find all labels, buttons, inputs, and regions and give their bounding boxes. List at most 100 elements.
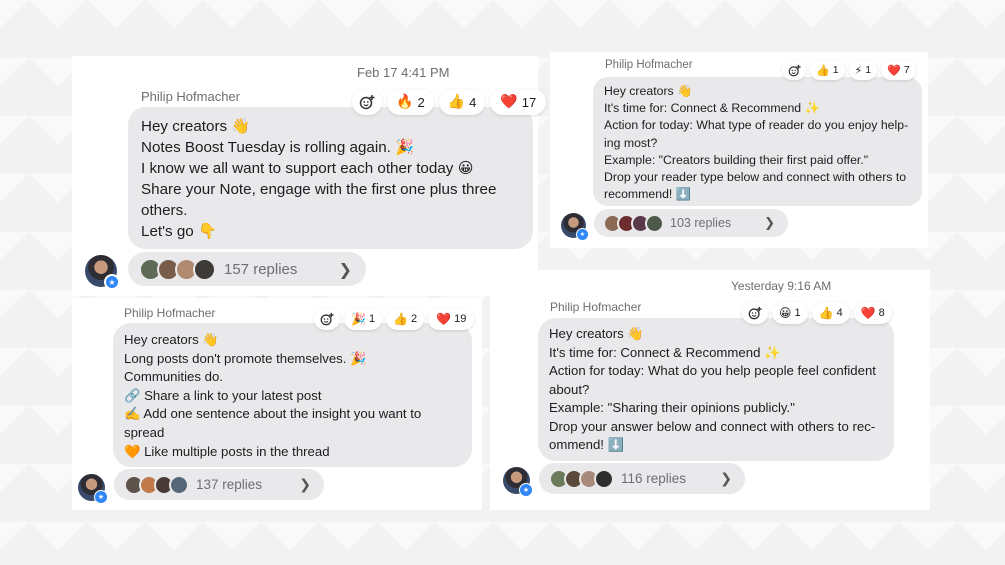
- chevron-right-icon: ❯: [720, 470, 732, 487]
- replies-button[interactable]: 137 replies ❯: [114, 469, 324, 500]
- replier-avatar: [594, 468, 614, 489]
- add-reaction-button[interactable]: [314, 308, 340, 330]
- reaction-count: 1: [832, 64, 839, 76]
- author-name: Philip Hofmacher: [124, 306, 216, 320]
- timestamp: Yesterday 9:16 AM: [731, 279, 832, 293]
- add-reaction-button[interactable]: [352, 89, 382, 115]
- reaction-grin[interactable]: 😀 1: [772, 302, 808, 324]
- star-badge-icon: ★: [576, 228, 589, 241]
- message-line: 🧡 Like multiple posts in the thread: [124, 443, 330, 459]
- message-line: Let's go 👇: [141, 223, 217, 240]
- reaction-count: 17: [521, 94, 537, 110]
- reaction-fire[interactable]: 🔥 2: [387, 89, 434, 115]
- chevron-right-icon: ❯: [299, 476, 311, 493]
- reaction-bar: 🔥 2 👍 4 ❤️ 17: [352, 89, 547, 115]
- add-reaction-button[interactable]: [742, 302, 768, 324]
- message-line: recommend! ⬇️: [604, 187, 692, 202]
- message-line: Share your Note, engage with the first o…: [141, 181, 497, 198]
- star-badge-icon: ★: [519, 483, 533, 497]
- grin-icon: 😀: [779, 306, 792, 320]
- message-line: Hey creators 👋: [141, 118, 251, 135]
- replier-avatar: [169, 474, 189, 495]
- message-line: others.: [141, 202, 188, 219]
- reaction-count: 1: [368, 313, 376, 325]
- reaction-count: 8: [878, 307, 885, 319]
- replier-avatars: [603, 213, 664, 233]
- reaction-bar: 👍 1 ⚡ 1 ❤️ 7: [782, 60, 916, 80]
- message-line: It's time for: Connect & Recommend ✨: [549, 344, 781, 360]
- reaction-bar: 😀 1 👍 4 ❤️ 8: [742, 302, 892, 324]
- replies-button[interactable]: 157 replies ❯: [128, 252, 366, 286]
- avatar[interactable]: ★: [561, 213, 589, 241]
- message-line: Long posts don't promote themselves. 🎉: [124, 350, 367, 366]
- message-line: ing most?: [604, 135, 658, 150]
- replier-avatars: [549, 468, 614, 489]
- replies-count: 137 replies: [196, 477, 263, 492]
- heart-icon: ❤️: [887, 63, 901, 77]
- message-line: ommend! ⬇️: [549, 437, 625, 452]
- message-line: spread: [124, 424, 165, 440]
- message-line: about?: [549, 381, 590, 397]
- message-line: ✍️ Add one sentence about the insight yo…: [124, 406, 422, 422]
- reaction-party[interactable]: 🎉 1: [344, 308, 383, 330]
- message-bubble[interactable]: Hey creators 👋 It's time for: Connect & …: [538, 318, 894, 461]
- message-line: Action for today: What type of reader do…: [604, 118, 909, 133]
- thumbs-up-icon: 👍: [818, 306, 834, 320]
- heart-icon: ❤️: [500, 94, 518, 110]
- reaction-count: 4: [836, 307, 843, 319]
- party-icon: 🎉: [351, 312, 366, 326]
- replier-avatars: [124, 474, 189, 495]
- message-line: Hey creators 👋: [124, 332, 219, 347]
- message-line: It's time for: Connect & Recommend ✨: [604, 101, 820, 116]
- message-line: Communities do.: [124, 369, 223, 385]
- add-reaction-icon: [359, 95, 375, 110]
- message-line: Example: "Sharing their opinions publicl…: [549, 400, 795, 415]
- reaction-thumbs-up[interactable]: 👍 1: [810, 60, 845, 80]
- author-name: Philip Hofmacher: [605, 59, 693, 71]
- reaction-thumbs-up[interactable]: 👍 4: [811, 302, 850, 324]
- avatar[interactable]: ★: [85, 255, 120, 290]
- reaction-bar: 🎉 1 👍 2 ❤️ 19: [314, 308, 475, 330]
- author-name: Philip Hofmacher: [141, 89, 240, 104]
- reaction-lightning[interactable]: ⚡ 1: [848, 60, 878, 80]
- avatar[interactable]: ★: [78, 474, 108, 504]
- add-reaction-icon: [748, 306, 762, 320]
- reaction-thumbs-up[interactable]: 👍 2: [386, 308, 425, 330]
- reaction-count: 2: [411, 313, 418, 325]
- replies-count: 157 replies: [224, 260, 298, 278]
- reaction-thumbs-up[interactable]: 👍 4: [438, 89, 486, 115]
- replier-avatars: [139, 257, 216, 281]
- reaction-count: 2: [417, 94, 425, 110]
- message-line: Notes Boost Tuesday is rolling again. 🎉: [141, 139, 415, 156]
- replier-avatar: [645, 213, 664, 233]
- thumbs-up-icon: 👍: [393, 312, 409, 326]
- message-line: Drop your answer below and connect with …: [549, 418, 876, 434]
- thumbs-up-icon: 👍: [816, 63, 830, 77]
- reaction-heart[interactable]: ❤️ 7: [881, 60, 916, 80]
- replies-button[interactable]: 103 replies ❯: [594, 209, 788, 237]
- reaction-heart[interactable]: ❤️ 17: [490, 89, 547, 115]
- thumbs-up-icon: 👍: [447, 94, 466, 110]
- message-line: Action for today: What do you help peopl…: [549, 363, 876, 378]
- reaction-count: 1: [865, 64, 872, 76]
- avatar[interactable]: ★: [503, 467, 533, 497]
- reaction-count: 1: [794, 307, 801, 319]
- message-bubble[interactable]: Hey creators 👋 Notes Boost Tuesday is ro…: [128, 107, 533, 249]
- message-line: 🔗 Share a link to your latest post: [124, 387, 322, 403]
- star-badge-icon: ★: [94, 490, 108, 504]
- chevron-right-icon: ❯: [338, 259, 352, 279]
- star-badge-icon: ★: [104, 274, 120, 290]
- reaction-heart[interactable]: ❤️ 19: [428, 308, 475, 330]
- message-line: Hey creators 👋: [549, 326, 644, 341]
- add-reaction-icon: [788, 64, 801, 76]
- chevron-right-icon: ❯: [764, 215, 775, 231]
- author-name: Philip Hofmacher: [550, 300, 642, 314]
- add-reaction-button[interactable]: [782, 60, 806, 80]
- timestamp: Feb 17 4:41 PM: [357, 65, 450, 80]
- reaction-heart[interactable]: ❤️ 8: [853, 302, 892, 324]
- replies-button[interactable]: 116 replies ❯: [539, 463, 745, 494]
- lightning-icon: ⚡: [854, 63, 863, 77]
- heart-icon: ❤️: [860, 306, 876, 320]
- message-bubble[interactable]: Hey creators 👋 Long posts don't promote …: [113, 323, 472, 467]
- message-bubble[interactable]: Hey creators 👋 It's time for: Connect & …: [593, 77, 922, 206]
